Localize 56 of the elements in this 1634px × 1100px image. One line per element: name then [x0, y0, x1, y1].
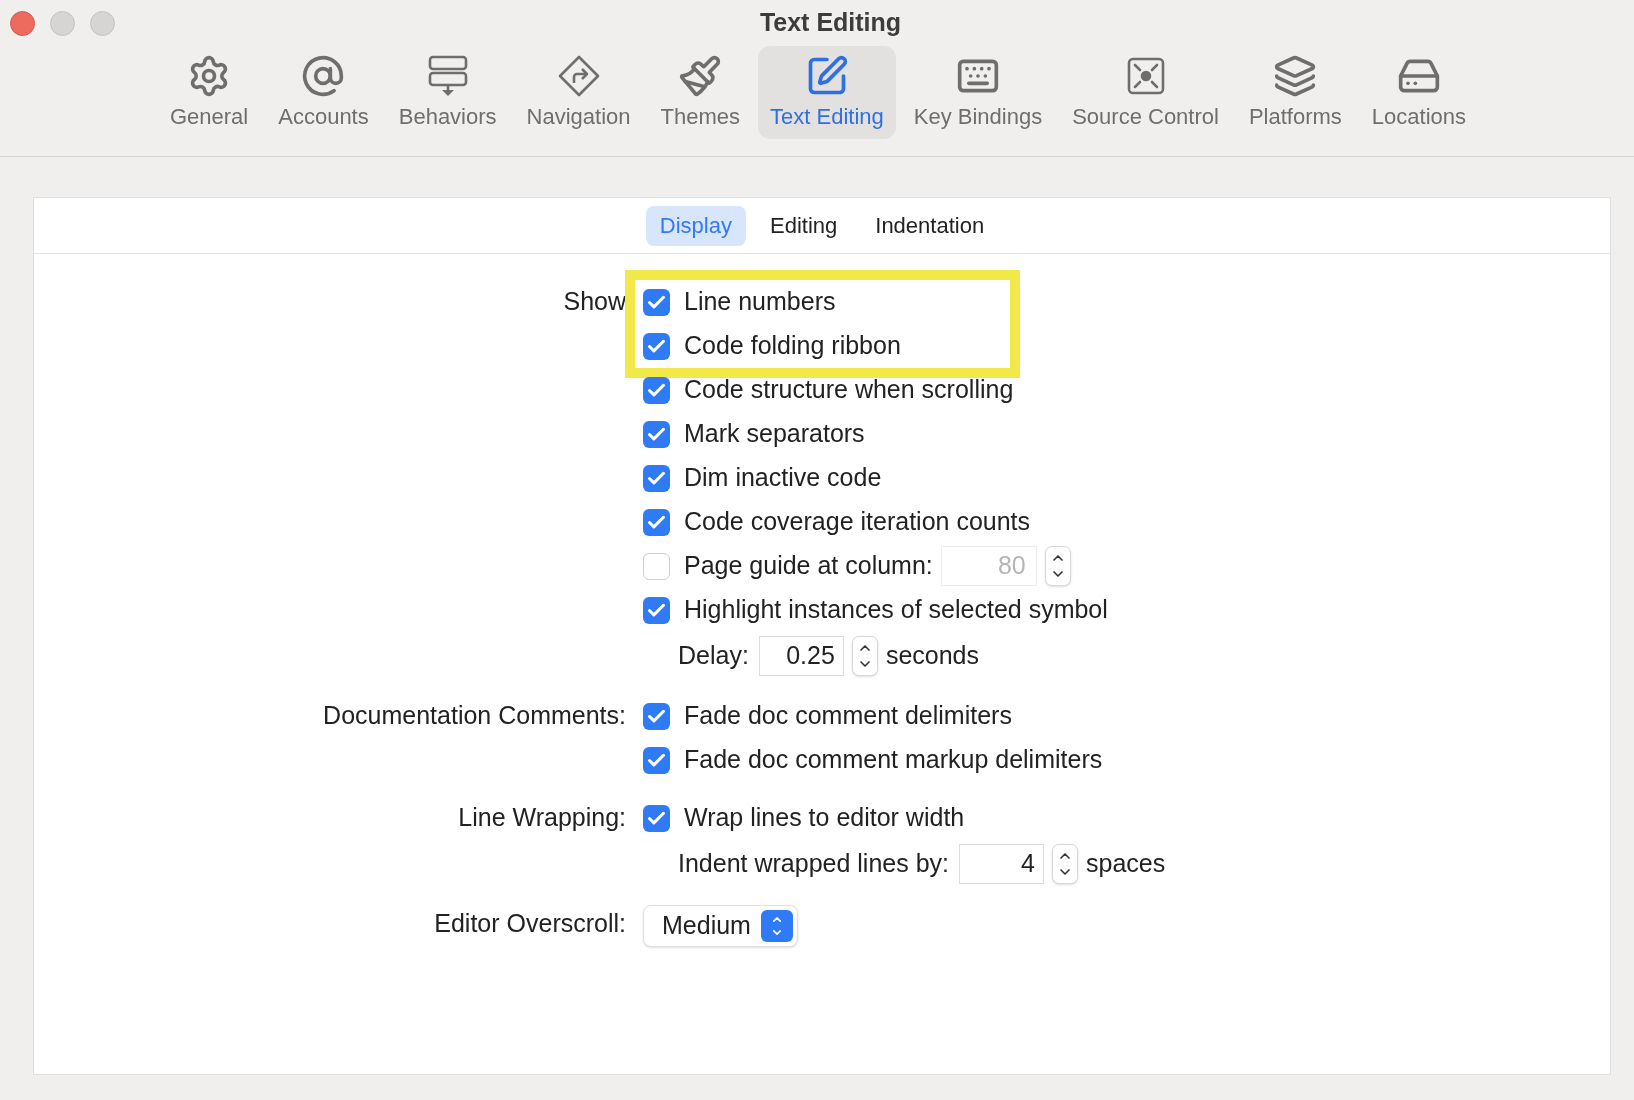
toolbar-tab[interactable]: Accounts: [266, 46, 381, 139]
toolbar-tab[interactable]: Themes: [648, 46, 752, 139]
section-label: Show: [563, 286, 626, 318]
checkbox[interactable]: [643, 420, 670, 448]
toolbar-tab[interactable]: Key Bindings: [901, 46, 1055, 139]
checkbox-label: Mark separators: [684, 418, 865, 450]
popup-button[interactable]: Medium: [643, 905, 798, 947]
toolbar-tab[interactable]: General: [157, 46, 261, 139]
checkbox-label: Wrap lines to editor width: [684, 802, 965, 834]
checkbox-label: Dim inactive code: [684, 462, 882, 494]
checkbox[interactable]: [643, 804, 670, 832]
checkbox-label: Page guide at column:: [684, 550, 933, 582]
stepper-control[interactable]: [1044, 546, 1071, 586]
layers-icon: [1273, 54, 1318, 98]
toolbar-tab[interactable]: Behaviors: [386, 46, 509, 139]
checkbox-label: Code folding ribbon: [684, 330, 901, 362]
field-label: Indent wrapped lines by:: [678, 848, 949, 880]
unit-label: spaces: [1086, 848, 1166, 880]
checkbox[interactable]: [643, 508, 670, 536]
checkbox[interactable]: [643, 376, 670, 404]
close-button[interactable]: [10, 10, 35, 36]
checkbox-label: Highlight instances of selected symbol: [684, 594, 1108, 626]
number-field[interactable]: 0.25: [758, 636, 844, 676]
stepper-control[interactable]: [1052, 844, 1078, 884]
checkbox[interactable]: [643, 746, 670, 774]
toolbar-tab[interactable]: Locations: [1359, 46, 1479, 139]
paintbrush-icon: [678, 54, 723, 98]
toolbar-tab[interactable]: Navigation: [514, 46, 643, 139]
section-label: Line Wrapping:: [458, 802, 626, 834]
checkbox[interactable]: [643, 552, 670, 580]
stepper-control[interactable]: [851, 636, 878, 676]
toolbar-tab[interactable]: Source Control: [1060, 46, 1231, 139]
section-label: Documentation Comments:: [323, 700, 626, 732]
diamond-arrow-icon: [556, 54, 601, 98]
window-title: Text Editing: [759, 7, 902, 39]
segment-tab[interactable]: Editing: [756, 205, 852, 246]
checkbox[interactable]: [643, 288, 670, 316]
at-sign-icon: [301, 54, 346, 98]
checkbox-label: Line numbers: [684, 286, 836, 318]
field-label: Delay:: [678, 640, 749, 672]
segment-tab[interactable]: Indentation: [861, 205, 999, 246]
toolbar-tab[interactable]: Platforms: [1236, 46, 1354, 139]
checkbox[interactable]: [643, 332, 670, 360]
checkbox[interactable]: [643, 464, 670, 492]
toolbar-tab[interactable]: Text Editing: [758, 46, 896, 139]
segment-tab[interactable]: Display: [645, 205, 746, 246]
checkbox-label: Fade doc comment delimiters: [684, 700, 1012, 732]
checkbox[interactable]: [643, 596, 670, 624]
checkbox[interactable]: [643, 702, 670, 730]
checkbox-label: Code structure when scrolling: [684, 374, 1014, 406]
number-field[interactable]: 4: [959, 844, 1044, 884]
checkbox-label: Fade doc comment markup delimiters: [684, 744, 1103, 776]
up-down-chevron-icon: [760, 910, 793, 942]
checkbox-label: Code coverage iteration counts: [684, 506, 1031, 538]
section-label: Editor Overscroll:: [434, 908, 626, 940]
unit-label: seconds: [885, 640, 979, 672]
